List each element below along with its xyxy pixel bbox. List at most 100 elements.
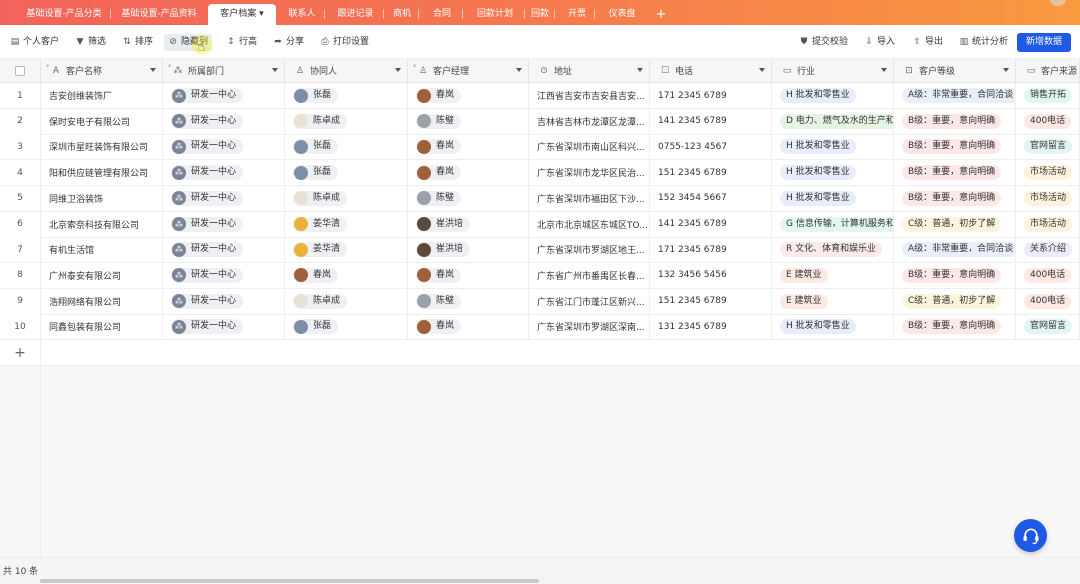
- manager-cell[interactable]: 春岚: [408, 160, 529, 187]
- level-cell[interactable]: B级：重要，意向明确: [894, 262, 1016, 289]
- column-header-5[interactable]: ⊙ 地址: [529, 59, 650, 83]
- tab-1[interactable]: 基础设置-产品分类: [18, 4, 110, 25]
- chevron-down-icon[interactable]: [759, 68, 765, 72]
- person-chip[interactable]: 张磊: [293, 88, 339, 103]
- add-row-area[interactable]: [41, 340, 1080, 366]
- customer-name-cell[interactable]: 阳和供应链管理有限公司: [41, 160, 163, 187]
- select-all-checkbox[interactable]: [15, 65, 25, 76]
- department-cell[interactable]: ⁂ 研发一中心: [163, 108, 285, 135]
- level-cell[interactable]: B级：重要，意向明确: [894, 160, 1016, 187]
- tab-2[interactable]: 基础设置-产品资料: [113, 4, 205, 25]
- industry-cell[interactable]: G 信息传输，计算机服务和软件业: [772, 211, 894, 238]
- phone-cell[interactable]: 141 2345 6789: [650, 211, 772, 238]
- tab-6[interactable]: 商机: [386, 4, 418, 25]
- person-chip[interactable]: 春岚: [416, 139, 462, 155]
- tab-3[interactable]: 客户档案 ▾: [208, 4, 276, 25]
- share-button[interactable]: ➦ 分享: [273, 34, 304, 51]
- industry-cell[interactable]: R 文化、体育和娱乐业: [772, 237, 894, 264]
- person-chip[interactable]: 姜华清: [293, 242, 348, 258]
- address-cell[interactable]: 广东省深圳市龙华区民治...: [529, 160, 650, 187]
- address-cell[interactable]: 广东省广州市番禺区长春...: [529, 262, 650, 289]
- sort-button[interactable]: ⇅ 排序: [122, 34, 153, 51]
- address-cell[interactable]: 吉林省吉林市龙潭区龙潭...: [529, 108, 650, 135]
- collaborator-cell[interactable]: 张磊: [285, 134, 408, 161]
- department-cell[interactable]: ⁂ 研发一中心: [163, 288, 285, 315]
- customer-name-cell[interactable]: 同维卫浴装饰: [41, 185, 163, 212]
- industry-cell[interactable]: H 批发和零售业: [772, 314, 894, 341]
- manager-cell[interactable]: 春岚: [408, 262, 529, 289]
- customer-name-cell[interactable]: 吉安创维装饰厂: [41, 83, 163, 109]
- department-cell[interactable]: ⁂ 研发一中心: [163, 211, 285, 238]
- person-chip[interactable]: 崔洪培: [416, 216, 471, 232]
- submit-check-button[interactable]: ⛊ 提交校验: [799, 34, 848, 51]
- phone-cell[interactable]: 152 3454 5667: [650, 185, 772, 212]
- department-chip[interactable]: ⁂ 研发一中心: [171, 190, 244, 206]
- source-cell[interactable]: 市场活动: [1016, 211, 1080, 238]
- manager-cell[interactable]: 春岚: [408, 83, 529, 109]
- chevron-down-icon[interactable]: [150, 68, 156, 72]
- column-header-8[interactable]: ⊡ 客户等级: [894, 59, 1016, 83]
- level-cell[interactable]: A级：非常重要，合同洽谈: [894, 237, 1016, 264]
- level-cell[interactable]: C级：普通，初步了解: [894, 288, 1016, 315]
- department-chip[interactable]: ⁂ 研发一中心: [171, 113, 244, 129]
- person-chip[interactable]: 姜华清: [293, 216, 348, 232]
- tab-7[interactable]: 合同: [422, 4, 462, 25]
- customer-support-button[interactable]: [1014, 519, 1047, 552]
- chevron-down-icon[interactable]: [395, 68, 401, 72]
- chevron-down-icon[interactable]: [637, 68, 643, 72]
- address-cell[interactable]: 广东省深圳市福田区下沙...: [529, 185, 650, 212]
- collaborator-cell[interactable]: 张磊: [285, 314, 408, 341]
- person-chip[interactable]: 崔洪培: [416, 242, 471, 258]
- import-button[interactable]: ⇩ 导入: [864, 34, 895, 51]
- column-header-6[interactable]: ☐ 电话: [650, 59, 772, 83]
- department-cell[interactable]: ⁂ 研发一中心: [163, 262, 285, 289]
- source-cell[interactable]: 400电话: [1016, 288, 1080, 315]
- person-chip[interactable]: 陈卓成: [293, 113, 348, 129]
- column-header-7[interactable]: ▭ 行业: [772, 59, 894, 83]
- add-row-button[interactable]: +: [0, 340, 41, 366]
- horizontal-scrollbar[interactable]: [40, 579, 539, 583]
- person-chip[interactable]: 陈璧: [416, 113, 462, 129]
- manager-cell[interactable]: 崔洪培: [408, 211, 529, 238]
- person-chip[interactable]: 春岚: [416, 88, 462, 103]
- phone-cell[interactable]: 151 2345 6789: [650, 160, 772, 187]
- customer-name-cell[interactable]: 北京索奈科技有限公司: [41, 211, 163, 238]
- print-settings-button[interactable]: ⎙ 打印设置: [320, 34, 369, 51]
- source-cell[interactable]: 官网留言: [1016, 134, 1080, 161]
- level-cell[interactable]: B级：重要，意向明确: [894, 185, 1016, 212]
- department-chip[interactable]: ⁂ 研发一中心: [171, 242, 244, 258]
- person-chip[interactable]: 陈卓成: [293, 293, 348, 309]
- industry-cell[interactable]: H 批发和零售业: [772, 185, 894, 212]
- phone-cell[interactable]: 171 2345 6789: [650, 237, 772, 264]
- chevron-down-icon[interactable]: [516, 68, 522, 72]
- level-cell[interactable]: C级：普通，初步了解: [894, 211, 1016, 238]
- source-cell[interactable]: 400电话: [1016, 262, 1080, 289]
- collaborator-cell[interactable]: 张磊: [285, 160, 408, 187]
- collaborator-cell[interactable]: 姜华清: [285, 237, 408, 264]
- phone-cell[interactable]: 141 2345 6789: [650, 108, 772, 135]
- column-header-3[interactable]: ♙ 协同人: [285, 59, 408, 83]
- address-cell[interactable]: 广东省深圳市罗湖区地王...: [529, 237, 650, 264]
- manager-cell[interactable]: 陈璧: [408, 288, 529, 315]
- person-chip[interactable]: 陈璧: [416, 190, 462, 206]
- column-header-1[interactable]: * A 客户名称: [41, 59, 163, 83]
- export-button[interactable]: ⇧ 导出: [912, 34, 943, 51]
- manager-cell[interactable]: 陈璧: [408, 185, 529, 212]
- customer-name-cell[interactable]: 保时安电子有限公司: [41, 108, 163, 135]
- customer-name-cell[interactable]: 同鑫包装有限公司: [41, 314, 163, 341]
- department-cell[interactable]: ⁂ 研发一中心: [163, 314, 285, 341]
- phone-cell[interactable]: 0755-123 4567: [650, 134, 772, 161]
- industry-cell[interactable]: D 电力、燃气及水的生产和供应: [772, 108, 894, 135]
- person-chip[interactable]: 春岚: [416, 165, 462, 181]
- row-height-button[interactable]: ↕ 行高: [226, 34, 257, 51]
- address-cell[interactable]: 北京市北京城区东城区TO...: [529, 211, 650, 238]
- source-cell[interactable]: 官网留言: [1016, 314, 1080, 341]
- source-cell[interactable]: 销售开拓: [1016, 83, 1080, 109]
- column-header-9[interactable]: ▭ 客户来源: [1016, 59, 1080, 83]
- source-cell[interactable]: 关系介绍: [1016, 237, 1080, 264]
- collaborator-cell[interactable]: 姜华清: [285, 211, 408, 238]
- person-chip[interactable]: 张磊: [293, 139, 339, 155]
- collaborator-cell[interactable]: 陈卓成: [285, 185, 408, 212]
- department-chip[interactable]: ⁂ 研发一中心: [171, 139, 244, 155]
- manager-cell[interactable]: 春岚: [408, 134, 529, 161]
